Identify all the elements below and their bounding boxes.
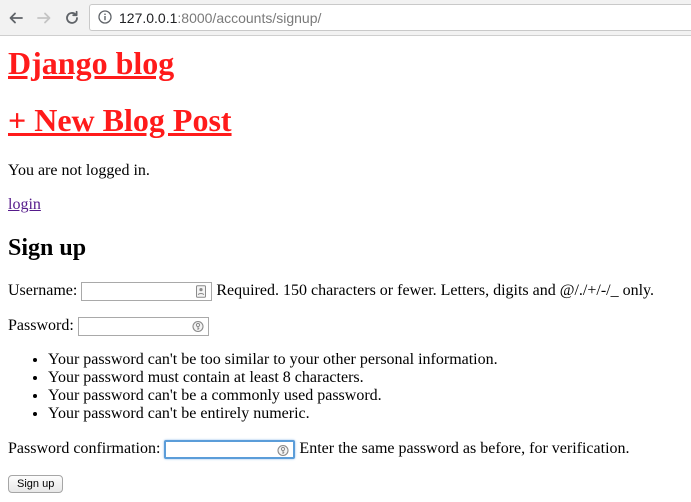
- password-input[interactable]: [78, 318, 208, 336]
- sign-up-button[interactable]: Sign up: [8, 475, 64, 493]
- back-button[interactable]: [6, 8, 26, 28]
- login-status: You are not logged in.: [8, 162, 150, 179]
- password-confirmation-label: Password confirmation:: [8, 440, 161, 457]
- reload-button[interactable]: [62, 8, 82, 28]
- password-label: Password:: [8, 317, 74, 334]
- reload-icon: [66, 10, 78, 24]
- password-confirmation-field[interactable]: [164, 439, 296, 459]
- username-label: Username:: [8, 282, 78, 299]
- password-row: Password:: [8, 316, 213, 336]
- key-icon[interactable]: [192, 320, 204, 333]
- password-confirmation-input[interactable]: [166, 443, 294, 459]
- contact-card-icon[interactable]: [195, 284, 207, 298]
- username-field[interactable]: [81, 281, 213, 301]
- url-text: 127.0.0.1:8000/accounts/signup/: [119, 9, 321, 27]
- address-bar[interactable]: 127.0.0.1:8000/accounts/signup/: [89, 4, 691, 31]
- password-requirement: Your password can't be too similar to yo…: [48, 351, 498, 369]
- info-icon[interactable]: [98, 10, 112, 24]
- password-requirement: Your password must contain at least 8 ch…: [48, 369, 498, 387]
- url-path: :8000/accounts/signup/: [177, 10, 322, 26]
- url-host: 127.0.0.1: [119, 10, 178, 26]
- browser-toolbar: 127.0.0.1:8000/accounts/signup/: [0, 0, 691, 36]
- new-post-heading: + New Blog Post: [8, 101, 232, 139]
- password-field[interactable]: [77, 316, 209, 336]
- password-requirement: Your password can't be entirely numeric.: [48, 405, 498, 423]
- password-requirement: Your password can't be a commonly used p…: [48, 387, 498, 405]
- username-input[interactable]: [82, 283, 212, 301]
- site-title-link[interactable]: Django blog: [8, 45, 174, 81]
- password-confirmation-row: Password confirmation: Enter the same pa…: [8, 439, 630, 459]
- username-row: Username: Required. 150 characters or fe…: [8, 281, 654, 301]
- login-link[interactable]: login: [8, 195, 41, 215]
- site-title: Django blog: [8, 44, 174, 82]
- key-icon[interactable]: [277, 444, 289, 457]
- arrow-right-icon: [37, 12, 51, 24]
- password-requirements: Your password can't be too similar to yo…: [8, 351, 498, 423]
- arrow-left-icon: [9, 12, 23, 24]
- page-title: Sign up: [8, 235, 87, 261]
- username-help: Required. 150 characters or fewer. Lette…: [216, 282, 655, 299]
- new-blog-post-link[interactable]: + New Blog Post: [8, 102, 232, 138]
- forward-button[interactable]: [34, 8, 54, 28]
- password-confirmation-help: Enter the same password as before, for v…: [299, 440, 630, 457]
